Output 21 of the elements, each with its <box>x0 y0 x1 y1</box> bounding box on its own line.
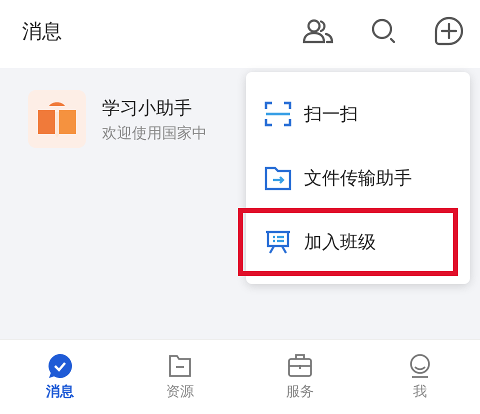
nav-tab[interactable]: 消息 <box>0 340 120 414</box>
add-icon[interactable] <box>434 16 464 46</box>
nav-tab[interactable]: 我 <box>360 340 480 414</box>
briefcase-icon <box>287 353 313 379</box>
folder-icon <box>264 165 292 191</box>
presentation-board-icon <box>264 229 292 255</box>
nav-tab[interactable]: 服务 <box>240 340 360 414</box>
menu-item[interactable]: 文件传输助手 <box>246 146 470 210</box>
contacts-icon[interactable] <box>302 18 334 44</box>
chat-check-icon <box>47 353 73 379</box>
chat-name: 学习小助手 <box>102 96 193 120</box>
book-icon <box>28 90 86 148</box>
search-icon[interactable] <box>370 17 398 45</box>
nav-tab[interactable]: 资源 <box>120 340 240 414</box>
folder-icon <box>167 353 193 379</box>
message-preview: 欢迎使用国家中 <box>102 124 207 142</box>
menu-item[interactable]: 扫一扫 <box>246 82 470 146</box>
page-title: 消息 <box>22 18 62 44</box>
menu-item[interactable]: 加入班级 <box>246 210 470 274</box>
person-icon <box>407 353 433 379</box>
scan-icon <box>264 101 292 127</box>
